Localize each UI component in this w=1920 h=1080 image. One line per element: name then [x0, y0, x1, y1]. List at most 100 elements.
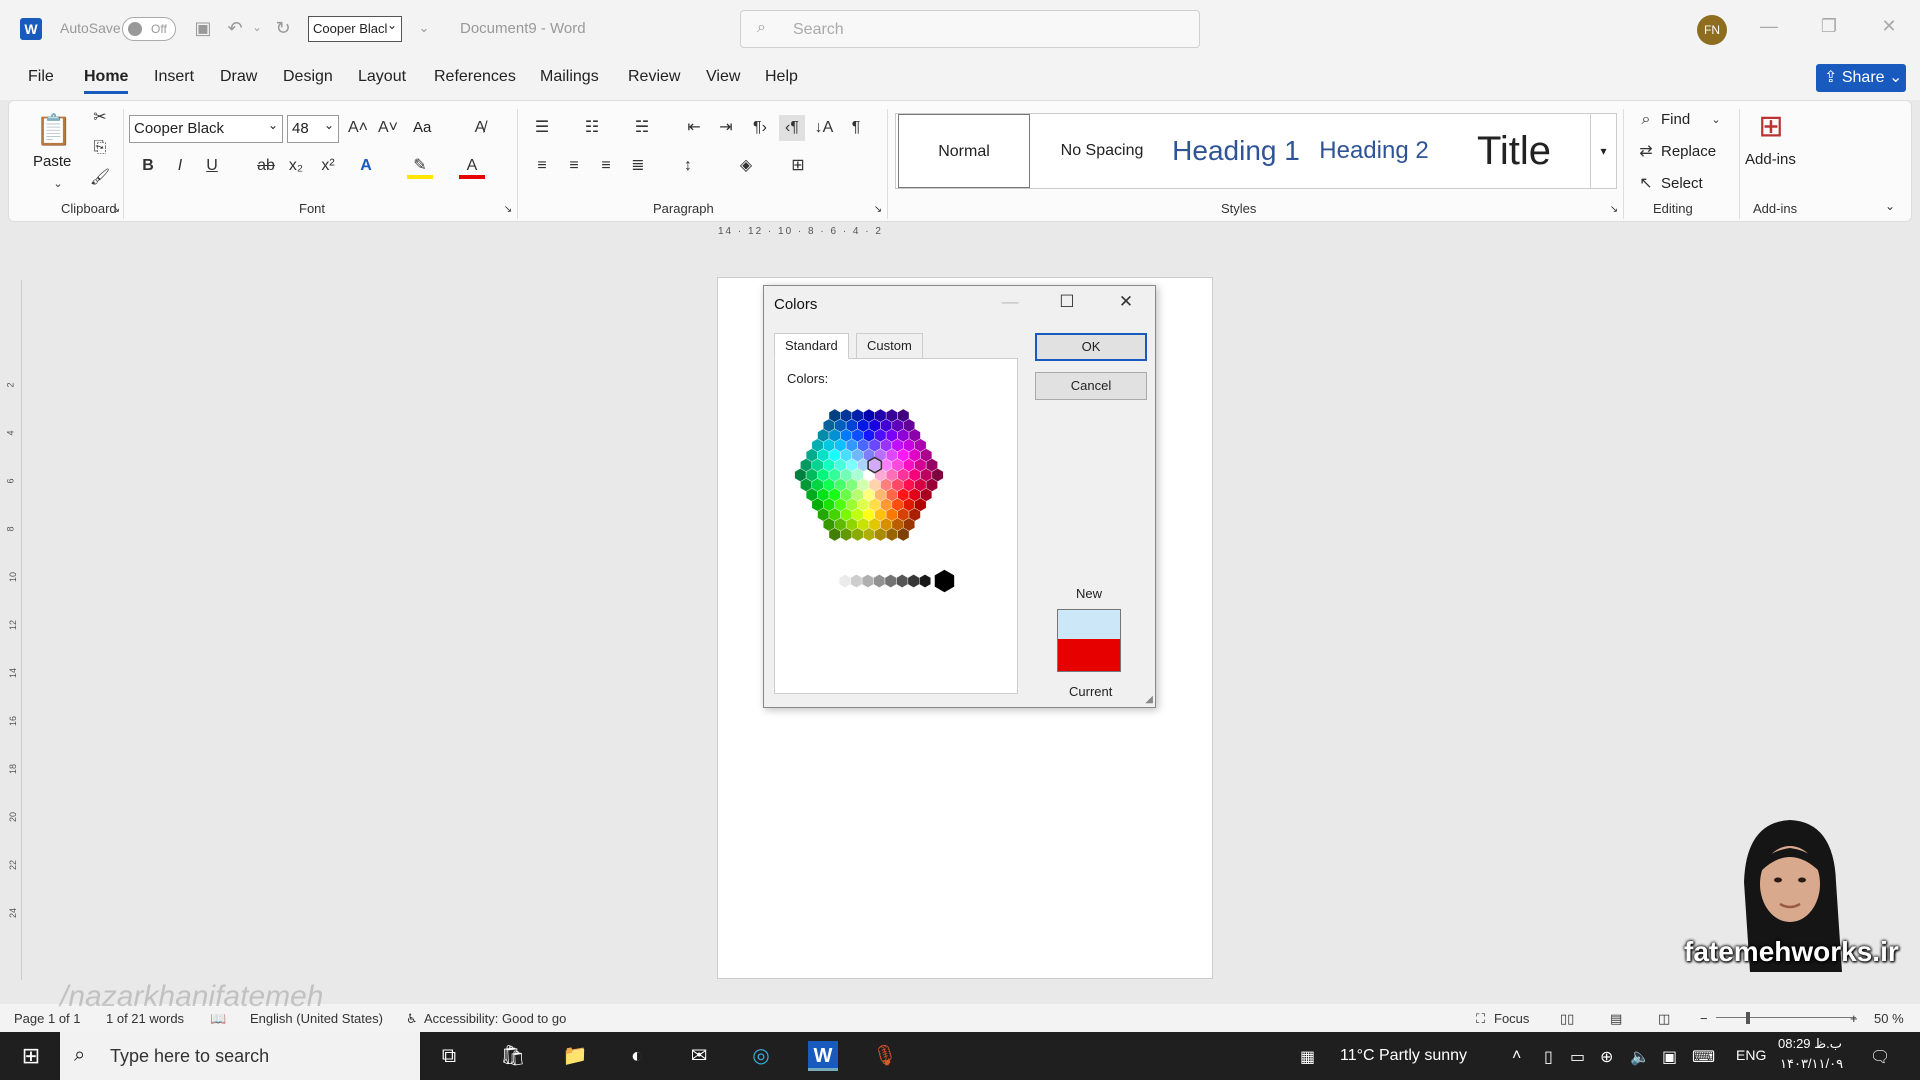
cancel-button[interactable]: Cancel — [1035, 372, 1147, 400]
zoom-slider[interactable] — [1716, 1017, 1856, 1018]
device-icon[interactable]: ▯ — [1544, 1047, 1553, 1067]
customize-toolbar-icon[interactable]: ⌄ — [414, 18, 434, 38]
tab-references[interactable]: References — [434, 68, 516, 86]
redo-icon[interactable]: ↻ — [273, 18, 293, 38]
file-explorer-icon[interactable]: 📁 — [560, 1041, 590, 1071]
numbering-icon[interactable]: ☷ — [579, 115, 605, 141]
find-button[interactable]: Find — [1661, 111, 1690, 128]
windows-start-icon[interactable]: ⊞ — [16, 1041, 46, 1071]
clear-formatting-icon[interactable]: A̸ — [467, 115, 493, 141]
tab-insert[interactable]: Insert — [154, 68, 194, 86]
rtl-icon[interactable]: ‹¶ — [779, 115, 805, 141]
gray-cell[interactable] — [839, 574, 851, 588]
style-heading-1[interactable]: Heading 1 — [1170, 114, 1302, 188]
style-normal[interactable]: Normal — [898, 114, 1030, 188]
align-left-icon[interactable]: ≡ — [529, 153, 555, 179]
tray-overflow-icon[interactable]: ˄ — [1512, 1047, 1521, 1065]
app-icon[interactable]: ◐ — [622, 1041, 652, 1071]
paste-dropdown-icon[interactable]: ⌄ — [45, 171, 71, 197]
task-view-icon[interactable]: ⧉ — [434, 1041, 464, 1071]
text-effects-icon[interactable]: A — [353, 153, 379, 179]
store-icon[interactable]: 🛍 — [498, 1041, 528, 1071]
taskbar-search[interactable]: ⌕ Type here to search — [60, 1032, 420, 1080]
highlight-icon[interactable]: ✎ — [407, 153, 433, 179]
zoom-out-icon[interactable]: − — [1700, 1011, 1708, 1026]
underline-icon[interactable]: U — [199, 153, 225, 179]
bullets-icon[interactable]: ☰ — [529, 115, 555, 141]
borders-icon[interactable]: ⊞ — [785, 153, 811, 179]
tab-review[interactable]: Review — [628, 68, 680, 86]
black-cell[interactable] — [934, 569, 955, 593]
undo-icon[interactable]: ↶ — [225, 18, 245, 38]
decrease-indent-icon[interactable]: ⇤ — [681, 115, 707, 141]
tab-mailings[interactable]: Mailings — [540, 68, 599, 86]
addins-button[interactable]: Add-ins — [1745, 151, 1796, 168]
restore-icon[interactable]: ❐ — [1814, 16, 1844, 37]
input-language[interactable]: ENG — [1736, 1047, 1766, 1063]
styles-more-icon[interactable]: ▾ — [1590, 114, 1616, 188]
gray-cell[interactable] — [884, 574, 897, 588]
clock-time[interactable]: 08:29 ب.ظ — [1778, 1036, 1842, 1052]
gray-cell[interactable] — [919, 574, 931, 588]
style-heading-2[interactable]: Heading 2 — [1306, 114, 1442, 188]
avatar[interactable]: FN — [1697, 15, 1727, 45]
paste-icon[interactable]: 📋 — [35, 111, 72, 151]
undo-dropdown-icon[interactable]: ⌄ — [247, 18, 267, 38]
style-title[interactable]: Title — [1446, 114, 1582, 188]
battery-icon[interactable]: ▭ — [1570, 1047, 1585, 1067]
line-spacing-icon[interactable]: ↕ — [675, 153, 701, 179]
network-icon[interactable]: ⊕ — [1600, 1047, 1613, 1067]
gray-cell[interactable] — [907, 574, 920, 588]
zoom-slider-thumb[interactable] — [1746, 1012, 1750, 1024]
align-center-icon[interactable]: ≡ — [561, 153, 587, 179]
tab-home[interactable]: Home — [84, 68, 129, 94]
tab-layout[interactable]: Layout — [358, 68, 406, 86]
focus-button[interactable]: Focus — [1494, 1011, 1529, 1026]
save-icon[interactable]: ▣ — [193, 18, 213, 38]
bold-icon[interactable]: B — [135, 153, 161, 179]
zoom-in-icon[interactable]: + — [1850, 1011, 1858, 1026]
microphone-icon[interactable]: 🎙 — [870, 1041, 900, 1071]
change-case-button[interactable]: Aa — [413, 119, 431, 136]
search-box[interactable]: ⌕ Search — [740, 10, 1200, 48]
shading-icon[interactable]: ◈ — [733, 153, 759, 179]
quick-font-select[interactable]: Cooper Blacl — [308, 13, 402, 42]
increase-indent-icon[interactable]: ⇥ — [713, 115, 739, 141]
read-mode-icon[interactable]: ▯▯ — [1560, 1011, 1574, 1027]
gray-cell[interactable] — [896, 574, 909, 588]
copy-icon[interactable]: ⎘ — [87, 135, 113, 161]
superscript-icon[interactable]: x² — [315, 153, 341, 179]
sort-icon[interactable]: ↓A — [811, 115, 837, 141]
format-painter-icon[interactable]: 🖌 — [87, 165, 113, 191]
user-tray-icon[interactable]: ▣ — [1662, 1047, 1677, 1067]
tab-standard[interactable]: Standard — [774, 333, 849, 359]
addins-icon[interactable]: ⊞ — [1751, 107, 1791, 147]
clock-date[interactable]: ۱۴۰۳/۱۱/۰۹ — [1780, 1056, 1843, 1072]
ok-button[interactable]: OK — [1035, 333, 1147, 361]
color-hexagon-picker[interactable] — [789, 395, 1009, 615]
weather-status[interactable]: 11°C Partly sunny — [1340, 1047, 1467, 1065]
select-button[interactable]: Select — [1661, 175, 1703, 192]
find-dropdown-icon[interactable]: ⌄ — [1703, 107, 1729, 133]
italic-icon[interactable]: I — [167, 153, 193, 179]
minimize-icon[interactable]: — — [1754, 16, 1784, 37]
subscript-icon[interactable]: x₂ — [283, 153, 309, 179]
gray-cell[interactable] — [861, 574, 874, 588]
grow-font-icon[interactable]: A˄ — [345, 115, 371, 141]
volume-icon[interactable]: 🔈 — [1630, 1047, 1650, 1067]
shrink-font-icon[interactable]: A˅ — [375, 115, 401, 141]
mail-icon[interactable]: ✉ — [684, 1041, 714, 1071]
tab-custom[interactable]: Custom — [856, 333, 923, 359]
gray-cell[interactable] — [850, 574, 863, 588]
tab-draw[interactable]: Draw — [220, 68, 257, 86]
accessibility-status[interactable]: Accessibility: Good to go — [424, 1011, 566, 1026]
align-right-icon[interactable]: ≡ — [593, 153, 619, 179]
replace-button[interactable]: Replace — [1661, 143, 1716, 160]
show-marks-icon[interactable]: ¶ — [843, 115, 869, 141]
ltr-icon[interactable]: ¶› — [747, 115, 773, 141]
dialog-close-icon[interactable]: ✕ — [1114, 292, 1138, 312]
multilevel-list-icon[interactable]: ☵ — [629, 115, 655, 141]
justify-icon[interactable]: ≣ — [625, 153, 651, 179]
dialog-maximize-icon[interactable]: ☐ — [1055, 292, 1079, 312]
autosave-toggle[interactable]: Off — [122, 17, 176, 41]
